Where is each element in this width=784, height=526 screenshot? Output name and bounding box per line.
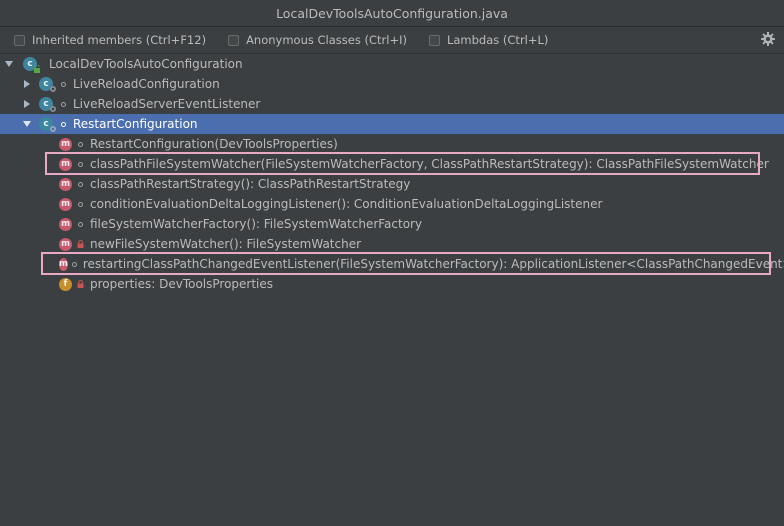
tree-node-label: RestartConfiguration xyxy=(73,117,198,131)
member-label: newFileSystemWatcher(): FileSystemWatche… xyxy=(90,237,362,251)
tree-member-restarting-listener[interactable]: m restartingClassPathChangedEventListene… xyxy=(0,254,784,274)
visibility-package-icon xyxy=(71,254,77,274)
checkbox-box[interactable] xyxy=(428,34,440,46)
unlock-icon xyxy=(34,65,40,73)
visibility-package-icon xyxy=(76,214,84,234)
class-icon: c xyxy=(39,116,56,132)
tree-node-restart-selected[interactable]: c RestartConfiguration xyxy=(0,114,784,134)
method-icon: m xyxy=(59,237,72,251)
gear-badge-icon xyxy=(50,126,56,132)
checkbox-box[interactable] xyxy=(14,34,25,46)
visibility-private-lock-icon xyxy=(76,234,84,254)
method-icon: m xyxy=(59,257,68,271)
anonymous-classes-label: Anonymous Classes (Ctrl+I) xyxy=(246,33,407,47)
expand-arrow-icon[interactable] xyxy=(22,79,32,89)
anonymous-classes-checkbox[interactable]: Anonymous Classes (Ctrl+I) xyxy=(228,33,407,47)
inherited-members-label: Inherited members (Ctrl+F12) xyxy=(32,33,207,47)
lambdas-checkbox[interactable]: Lambdas (Ctrl+L) xyxy=(428,33,549,47)
class-icon: c xyxy=(39,96,56,112)
tree-member-constructor[interactable]: m RestartConfiguration(DevToolsPropertie… xyxy=(0,134,784,154)
method-icon: m xyxy=(59,177,72,191)
method-icon: m xyxy=(59,137,72,151)
tree-member-delta-logging[interactable]: m conditionEvaluationDeltaLoggingListene… xyxy=(0,194,784,214)
tree-node-root[interactable]: c LocalDevToolsAutoConfiguration xyxy=(0,54,784,74)
member-label: RestartConfiguration(DevToolsProperties) xyxy=(90,137,338,151)
tree-node-label: LocalDevToolsAutoConfiguration xyxy=(49,57,243,71)
collapse-arrow-icon[interactable] xyxy=(4,59,14,69)
method-icon: m xyxy=(59,217,72,231)
visibility-private-lock-icon xyxy=(76,274,84,294)
member-label: properties: DevToolsProperties xyxy=(90,277,274,291)
member-label: classPathRestartStrategy(): ClassPathRes… xyxy=(90,177,411,191)
gear-badge-icon xyxy=(50,86,56,92)
member-label: conditionEvaluationDeltaLoggingListener(… xyxy=(90,197,603,211)
expand-arrow-icon[interactable] xyxy=(22,99,32,109)
method-icon: m xyxy=(59,197,72,211)
gear-icon[interactable] xyxy=(760,31,776,47)
window-title: LocalDevToolsAutoConfiguration.java xyxy=(276,5,508,21)
visibility-package-icon xyxy=(59,74,67,94)
tree-node-live-reload[interactable]: c LiveReloadConfiguration xyxy=(0,74,784,94)
visibility-package-icon xyxy=(76,174,84,194)
tree-member-new-watcher[interactable]: m newFileSystemWatcher(): FileSystemWatc… xyxy=(0,234,784,254)
member-label: restartingClassPathChangedEventListener(… xyxy=(82,257,784,271)
tree-member-watcher-factory[interactable]: m fileSystemWatcherFactory(): FileSystem… xyxy=(0,214,784,234)
tree-member-properties-field[interactable]: f properties: DevToolsProperties xyxy=(0,274,784,294)
checkbox-box[interactable] xyxy=(228,34,240,46)
visibility-package-icon xyxy=(76,134,84,154)
visibility-package-icon xyxy=(76,154,84,174)
tree-node-label: LiveReloadConfiguration xyxy=(73,77,220,91)
tree-member-restart-strategy[interactable]: m classPathRestartStrategy(): ClassPathR… xyxy=(0,174,784,194)
member-label: classPathFileSystemWatcher(FileSystemWat… xyxy=(90,157,769,171)
method-icon: m xyxy=(59,157,72,171)
visibility-package-icon xyxy=(59,114,67,134)
window-title-bar: LocalDevToolsAutoConfiguration.java xyxy=(0,0,784,27)
visibility-package-icon xyxy=(76,194,84,214)
class-icon: c xyxy=(39,76,56,92)
field-icon: f xyxy=(59,277,72,291)
lambdas-label: Lambdas (Ctrl+L) xyxy=(446,33,549,47)
gear-badge-icon xyxy=(50,106,56,112)
collapse-arrow-icon[interactable] xyxy=(22,119,32,129)
filter-toolbar: Inherited members (Ctrl+F12) Anonymous C… xyxy=(0,27,784,54)
tree-node-live-reload-listener[interactable]: c LiveReloadServerEventListener xyxy=(0,94,784,114)
tree-member-classpath-watcher[interactable]: m classPathFileSystemWatcher(FileSystemW… xyxy=(0,154,784,174)
tree-node-label: LiveReloadServerEventListener xyxy=(73,97,261,111)
visibility-package-icon xyxy=(59,94,67,114)
inherited-members-checkbox[interactable]: Inherited members (Ctrl+F12) xyxy=(14,33,206,47)
class-icon: c xyxy=(23,56,40,73)
member-label: fileSystemWatcherFactory(): FileSystemWa… xyxy=(90,217,423,231)
